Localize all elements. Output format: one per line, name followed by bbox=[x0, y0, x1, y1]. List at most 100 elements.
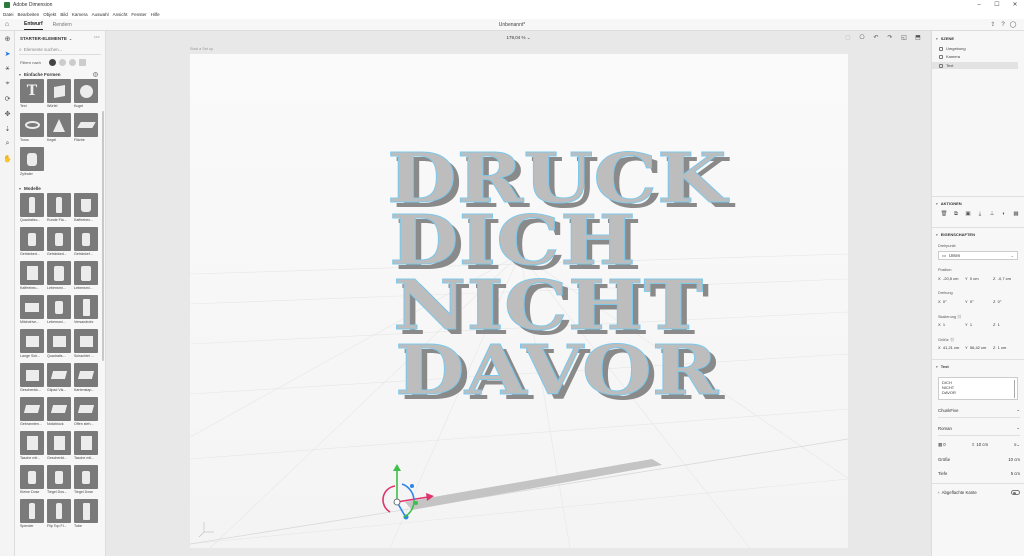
asset-tile[interactable]: Getränked... bbox=[20, 227, 47, 261]
link-icon[interactable]: ⛓ bbox=[957, 315, 962, 319]
tab-entwurf[interactable]: Entwurf bbox=[24, 19, 43, 30]
asset-tile[interactable]: Milchdrive... bbox=[20, 295, 47, 329]
maximize-button[interactable]: ☐ bbox=[988, 0, 1006, 10]
asset-tile[interactable]: Tasche mit... bbox=[20, 431, 47, 465]
scene-header[interactable]: ▾ SZENE bbox=[936, 36, 954, 41]
magic-wand-icon[interactable]: ⚹ bbox=[0, 61, 15, 76]
render-canvas[interactable]: DRUCK DRUCK DICH DICH NICHT NICHT DAVOR … bbox=[190, 54, 848, 548]
scene-item-environment[interactable]: Umgebung bbox=[939, 46, 966, 51]
actions-header[interactable]: ▾ AKTIONEN bbox=[936, 201, 962, 206]
asset-tile[interactable]: Kugel bbox=[74, 79, 101, 113]
menu-bearbeiten[interactable]: Bearbeiten bbox=[18, 12, 40, 17]
asset-tile[interactable]: Kaffeebeu... bbox=[20, 261, 47, 295]
pan-tool-icon[interactable]: ✥ bbox=[0, 106, 15, 121]
leading-field[interactable]: ⇳ 10 cm bbox=[972, 442, 989, 448]
asset-tile[interactable]: Tiegel Dose bbox=[74, 465, 101, 499]
more-actions-icon[interactable]: ▦ bbox=[1010, 211, 1022, 218]
rotation-y-field[interactable]: Y 0° bbox=[965, 299, 974, 304]
text-content-field[interactable]: DICH NICHT DAVOR bbox=[938, 377, 1018, 400]
asset-tile[interactable]: Lebensmi... bbox=[47, 295, 74, 329]
convert-icon[interactable]: ◐ bbox=[998, 211, 1010, 218]
filter-images-icon[interactable] bbox=[78, 58, 86, 66]
undo-icon[interactable]: ↶ bbox=[869, 34, 883, 41]
viewport[interactable]: 179,04 % ⌄ ▢ ⎔ ↶ ↷ ◱ ⬒ Start a Set up DR… bbox=[106, 31, 931, 556]
search-input[interactable]: Elemente suchen... bbox=[24, 47, 63, 52]
position-x-field[interactable]: X -20,5 cm bbox=[938, 276, 958, 281]
group-icon[interactable]: ▣ bbox=[962, 211, 974, 218]
asset-tile[interactable]: Lebensmi... bbox=[47, 261, 74, 295]
dolly-tool-icon[interactable]: ⇣ bbox=[0, 121, 15, 136]
asset-tile[interactable]: Offen steh... bbox=[74, 397, 101, 431]
size-y-field[interactable]: Y 56,42 cm bbox=[965, 345, 986, 350]
asset-tile[interactable]: Geschenkt... bbox=[47, 431, 74, 465]
menu-datei[interactable]: Datei bbox=[3, 12, 14, 17]
asset-tile[interactable]: Flip Top Fl... bbox=[47, 499, 74, 533]
share-icon[interactable]: ⇪ bbox=[988, 21, 998, 29]
asset-tile[interactable]: T Text bbox=[20, 79, 47, 113]
text-field-scrollbar[interactable] bbox=[1013, 380, 1015, 398]
home-icon[interactable]: ⌂ bbox=[0, 19, 14, 31]
asset-tile[interactable]: Lebensmi... bbox=[74, 261, 101, 295]
sampler-icon[interactable]: ⌖ bbox=[0, 76, 15, 91]
asset-tile[interactable]: Kleine Dose bbox=[20, 465, 47, 499]
asset-tile[interactable]: Getränked... bbox=[47, 227, 74, 261]
section-basic-shapes[interactable]: ▾ Einfache Formen ? bbox=[15, 69, 105, 79]
size-x-field[interactable]: X 41,21 cm bbox=[938, 345, 959, 350]
asset-tile[interactable]: Gebrannten... bbox=[20, 397, 47, 431]
asset-tile[interactable]: Kartenstap... bbox=[74, 363, 101, 397]
filter-models-icon[interactable] bbox=[58, 58, 66, 66]
zoom-tool-icon[interactable]: ⌕ bbox=[0, 136, 15, 151]
menu-hilfe[interactable]: Hilfe bbox=[151, 12, 160, 17]
tracking-field[interactable]: ▦ 0 bbox=[938, 442, 946, 448]
asset-tile[interactable]: Quadratisc... bbox=[20, 193, 47, 227]
panel-scrollbar[interactable] bbox=[102, 111, 104, 361]
menu-bild[interactable]: Bild bbox=[60, 12, 68, 17]
bevel-toggle[interactable] bbox=[1011, 490, 1020, 495]
asset-tile[interactable]: Tube bbox=[74, 499, 101, 533]
asset-tile[interactable]: Runde Fla... bbox=[47, 193, 74, 227]
tab-rendern[interactable]: Rendern bbox=[53, 20, 72, 30]
menu-objekt[interactable]: Objekt bbox=[43, 12, 56, 17]
pivot-dropdown[interactable]: ▭ Unten ⌄ bbox=[938, 251, 1018, 260]
position-z-field[interactable]: Z -0,7 cm bbox=[993, 276, 1011, 281]
scale-z-field[interactable]: Z 1 bbox=[993, 322, 1000, 327]
asset-tile[interactable]: Torus bbox=[20, 113, 47, 147]
scale-y-field[interactable]: Y 1 bbox=[965, 322, 972, 327]
font-size-value[interactable]: 10 cm bbox=[1008, 457, 1020, 462]
link-icon[interactable]: ⛓ bbox=[950, 338, 955, 342]
camera-bookmark-icon[interactable]: ⎔ bbox=[855, 34, 869, 41]
asset-tile[interactable]: Fläche bbox=[74, 113, 101, 147]
rotation-z-field[interactable]: Z 0° bbox=[993, 299, 1002, 304]
asset-tile[interactable]: Getränkef... bbox=[74, 227, 101, 261]
scale-x-field[interactable]: X 1 bbox=[938, 322, 945, 327]
frame-icon[interactable]: ▢ bbox=[841, 34, 855, 41]
size-z-field[interactable]: Z 1 cm bbox=[993, 345, 1006, 350]
minimize-button[interactable]: – bbox=[970, 0, 988, 10]
asset-tile[interactable]: Quadratis... bbox=[47, 329, 74, 363]
asset-tile[interactable]: Spender bbox=[20, 499, 47, 533]
orbit-tool-icon[interactable]: ⟳ bbox=[0, 91, 15, 106]
delete-icon[interactable]: 🗑 bbox=[938, 211, 950, 218]
font-family-select[interactable]: ChunkFive ⌄ bbox=[938, 407, 1020, 413]
zoom-level[interactable]: 179,04 % ⌄ bbox=[106, 35, 931, 41]
menu-kamera[interactable]: Kamera bbox=[72, 12, 88, 17]
asset-search[interactable]: ⌕ Elemente suchen... bbox=[19, 45, 101, 55]
chevron-down-icon[interactable]: ⌄ bbox=[69, 36, 72, 41]
font-style-select[interactable]: Roman ⌄ bbox=[938, 425, 1020, 431]
asset-tile[interactable]: Kegel bbox=[47, 113, 74, 147]
redo-icon[interactable]: ↷ bbox=[883, 34, 897, 41]
filter-all-icon[interactable] bbox=[48, 58, 56, 66]
asset-tile[interactable]: Würfel bbox=[47, 79, 74, 113]
rotation-x-field[interactable]: X 0° bbox=[938, 299, 947, 304]
more-options-icon[interactable]: ··· bbox=[94, 35, 100, 41]
panel-title[interactable]: STARTER-ELEMENTE bbox=[20, 36, 67, 41]
asset-tile[interactable]: Kaffeebec... bbox=[74, 193, 101, 227]
help-icon[interactable]: ? bbox=[998, 21, 1008, 29]
drop-to-ground-icon[interactable]: ⤓ bbox=[974, 211, 986, 218]
asset-tile[interactable]: Versandrohr bbox=[74, 295, 101, 329]
asset-tile[interactable]: Schachtel ... bbox=[74, 329, 101, 363]
snap-icon[interactable]: ⬒ bbox=[911, 34, 925, 41]
asset-tile[interactable]: Lange Sch... bbox=[20, 329, 47, 363]
align-text-icon[interactable]: ≡⌄ bbox=[1014, 442, 1020, 448]
menu-ansicht[interactable]: Ansicht bbox=[113, 12, 128, 17]
